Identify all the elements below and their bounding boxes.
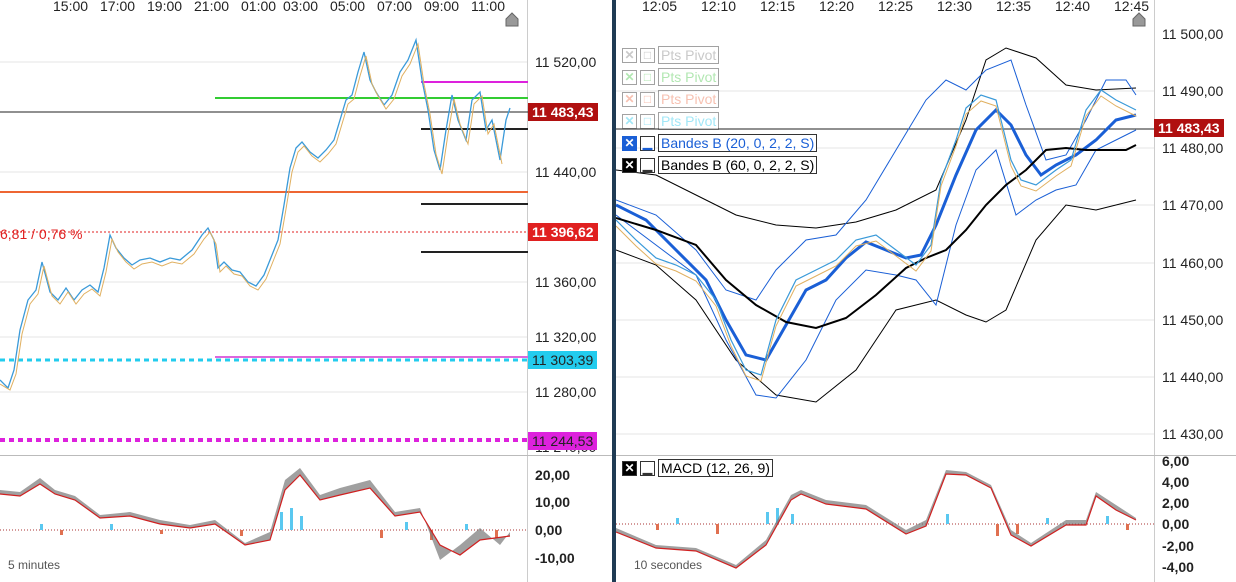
legend-pivot-1[interactable]: ✕ □ Pts Pivot xyxy=(622,46,720,64)
right-price-3: 11 470,00 xyxy=(1162,197,1223,213)
left-timeframe-label: 5 minutes xyxy=(8,558,61,572)
right-timeframe-label: 10 secondes xyxy=(634,558,703,572)
left-price-3: 11 320,00 xyxy=(535,329,596,345)
right-price-4: 11 460,00 xyxy=(1162,255,1223,271)
legend-pivot-2[interactable]: ✕ □ Pts Pivot xyxy=(622,68,720,86)
left-time-4: 01:00 xyxy=(241,0,276,14)
left-macd-3: -10,00 xyxy=(535,550,575,566)
square-icon[interactable]: □ xyxy=(640,113,655,129)
right-current-price-badge: 11 483,43 xyxy=(1154,119,1224,137)
legend-pivot-3[interactable]: ✕ □ Pts Pivot xyxy=(622,90,720,108)
left-time-9: 11:00 xyxy=(471,0,505,14)
legend-label: Pts Pivot xyxy=(658,90,720,108)
left-cyan-level-badge: 11 303,39 xyxy=(528,351,598,369)
left-macd-0: 20,00 xyxy=(535,467,570,483)
right-macd-2: 2,00 xyxy=(1162,495,1189,511)
x-icon[interactable]: ✕ xyxy=(622,113,637,129)
line-style-icon[interactable]: ▁ xyxy=(640,157,655,173)
square-icon[interactable]: □ xyxy=(640,69,655,85)
change-text: 6,81 / 0,76 % xyxy=(0,226,83,242)
left-time-2: 19:00 xyxy=(147,0,182,14)
left-time-6: 05:00 xyxy=(330,0,365,14)
left-macd-2: 0,00 xyxy=(535,522,562,538)
right-macd-3: 0,00 xyxy=(1162,516,1189,532)
left-time-3: 21:00 xyxy=(194,0,229,14)
right-time-2: 12:15 xyxy=(760,0,795,14)
right-time-7: 12:40 xyxy=(1055,0,1090,14)
x-icon[interactable]: ✕ xyxy=(622,91,637,107)
legend-label: Pts Pivot xyxy=(658,46,720,64)
square-icon[interactable]: □ xyxy=(640,47,655,63)
left-current-price-badge: 11 483,43 xyxy=(528,103,598,121)
left-time-5: 03:00 xyxy=(283,0,318,14)
left-magenta-level-badge: 11 244,53 xyxy=(528,432,598,450)
left-price-2: 11 360,00 xyxy=(535,274,596,290)
legend-label: MACD (12, 26, 9) xyxy=(658,459,773,477)
right-chart[interactable]: 12:05 12:10 12:15 12:20 12:25 12:30 12:3… xyxy=(616,0,1236,582)
line-style-icon[interactable]: ▁ xyxy=(640,135,655,151)
left-time-0: 15:00 xyxy=(53,0,88,14)
right-price-7: 11 430,00 xyxy=(1162,426,1223,442)
x-icon[interactable]: ✕ xyxy=(622,135,637,151)
legend-bollinger-60[interactable]: ✕ ▁ Bandes B (60, 0, 2, 2, S) xyxy=(622,156,818,174)
right-price-6: 11 440,00 xyxy=(1162,369,1223,385)
x-icon[interactable]: ✕ xyxy=(622,157,637,173)
x-icon[interactable]: ✕ xyxy=(622,47,637,63)
right-time-1: 12:10 xyxy=(701,0,736,14)
legend-bollinger-20[interactable]: ✕ ▁ Bandes B (20, 0, 2, 2, S) xyxy=(622,134,818,152)
x-icon[interactable]: ✕ xyxy=(622,69,637,85)
left-price-0: 11 520,00 xyxy=(535,54,596,70)
legend-label: Pts Pivot xyxy=(658,68,720,86)
right-time-8: 12:45 xyxy=(1114,0,1149,14)
x-icon[interactable]: ✕ xyxy=(622,460,637,476)
right-macd-4: -2,00 xyxy=(1162,538,1194,554)
home-icon[interactable] xyxy=(1132,12,1146,27)
right-price-5: 11 450,00 xyxy=(1162,312,1223,328)
left-time-7: 07:00 xyxy=(377,0,412,14)
right-time-3: 12:20 xyxy=(819,0,854,14)
left-chart[interactable]: 6,81 / 0,76 % 15:00 17:00 19:00 21:00 01… xyxy=(0,0,612,582)
left-price-4: 11 280,00 xyxy=(535,384,596,400)
right-macd-5: -4,00 xyxy=(1162,559,1194,575)
left-macd-1: 10,00 xyxy=(535,494,570,510)
right-price-2: 11 480,00 xyxy=(1162,140,1223,156)
legend-label: Bandes B (60, 0, 2, 2, S) xyxy=(658,156,818,174)
right-price-0: 11 500,00 xyxy=(1162,26,1223,42)
legend-pivot-4[interactable]: ✕ □ Pts Pivot xyxy=(622,112,720,130)
left-time-1: 17:00 xyxy=(100,0,135,14)
legend-label: Bandes B (20, 0, 2, 2, S) xyxy=(658,134,818,152)
right-time-4: 12:25 xyxy=(878,0,913,14)
legend-label: Pts Pivot xyxy=(658,112,720,130)
left-price-1: 11 440,00 xyxy=(535,164,596,180)
right-macd-1: 4,00 xyxy=(1162,474,1189,490)
right-macd-0: 6,00 xyxy=(1162,453,1189,469)
line-style-icon[interactable]: ▁ xyxy=(640,460,655,476)
right-time-0: 12:05 xyxy=(642,0,677,14)
left-prev-close-badge: 11 396,62 xyxy=(528,223,598,241)
right-time-5: 12:30 xyxy=(937,0,972,14)
right-time-6: 12:35 xyxy=(996,0,1031,14)
square-icon[interactable]: □ xyxy=(640,91,655,107)
left-time-8: 09:00 xyxy=(424,0,459,14)
legend-macd[interactable]: ✕ ▁ MACD (12, 26, 9) xyxy=(622,459,773,477)
right-price-1: 11 490,00 xyxy=(1162,83,1223,99)
